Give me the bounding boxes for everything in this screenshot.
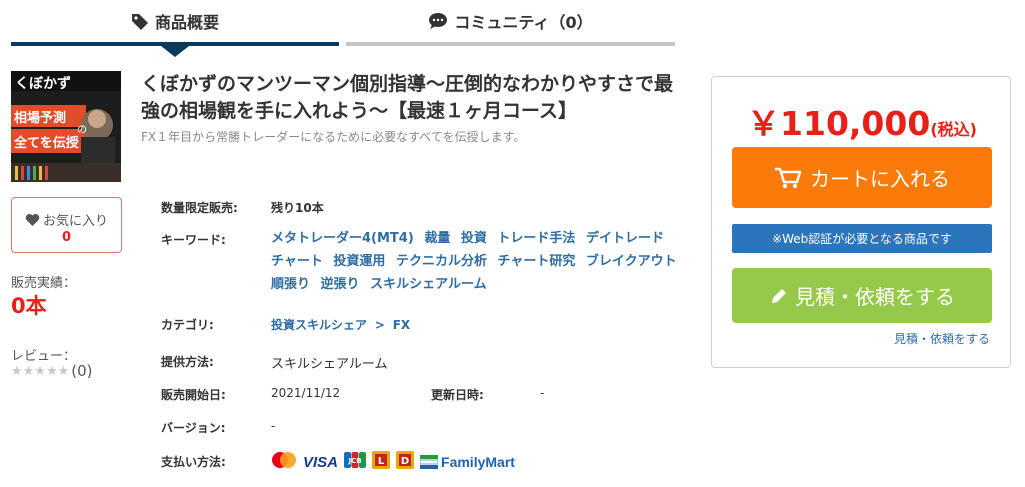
keyword-link[interactable]: 投資 xyxy=(461,231,487,246)
price-currency: ￥ xyxy=(747,104,781,143)
start-date-value: 2021/11/12 xyxy=(271,386,341,400)
web-auth-note: ※Web認証が必要となる商品です xyxy=(732,224,992,253)
tab-community-label: コミュニティ（0） xyxy=(454,13,593,32)
star-rating-icon: ★★★★★ xyxy=(11,363,70,379)
limited-label: 数量限定販売: xyxy=(161,201,238,215)
category-breadcrumb: 投資スキルシェア > FX xyxy=(271,316,410,333)
keyword-link[interactable]: デイトレード xyxy=(586,231,664,246)
category-separator: > xyxy=(374,318,385,332)
svg-text:L: L xyxy=(378,456,385,467)
chat-icon xyxy=(428,12,448,30)
keyword-link[interactable]: 投資運用 xyxy=(333,254,385,269)
category-label: カテゴリ: xyxy=(161,318,214,332)
version-label: バージョン: xyxy=(161,421,226,435)
svg-text:JCB: JCB xyxy=(347,457,361,465)
keyword-link[interactable]: チャート xyxy=(271,254,323,269)
familymart-icon: FamilyMart xyxy=(420,454,515,470)
method-value: スキルシェアルーム xyxy=(271,357,388,372)
thumbnail-small: の xyxy=(77,125,87,136)
keyword-link[interactable]: 順張り xyxy=(271,277,310,292)
quote-request-label: 見積・依頼をする xyxy=(795,285,955,309)
pencil-icon xyxy=(769,286,789,306)
payment-methods: VISA JCB L D FamilyMart xyxy=(271,451,521,473)
limited-value: 残り10本 xyxy=(271,201,324,215)
keyword-link[interactable]: メタトレーダー4(MT4) xyxy=(271,231,414,246)
keyword-link[interactable]: チャート研究 xyxy=(498,254,576,269)
keyword-link[interactable]: トレード手法 xyxy=(497,231,575,246)
update-label: 更新日時: xyxy=(431,388,484,402)
visa-icon: VISA xyxy=(303,453,339,471)
ministop-icon: D xyxy=(396,451,415,473)
product-title: くぼかずのマンツーマン個別指導〜圧倒的なわかりやすさで最強の相場観を手に入れよう… xyxy=(141,73,674,122)
tab-overview-label: 商品概要 xyxy=(154,13,219,32)
update-value: - xyxy=(540,386,545,400)
quote-request-button[interactable]: 見積・依頼をする xyxy=(732,268,992,323)
payment-label: 支払い方法: xyxy=(161,455,226,469)
category-parent-link[interactable]: 投資スキルシェア xyxy=(271,318,367,332)
review-count: (0) xyxy=(71,362,93,380)
thumbnail-line1: くぼかず xyxy=(15,75,71,92)
jcb-icon: JCB xyxy=(344,452,367,472)
method-label: 提供方法: xyxy=(161,355,214,369)
mastercard-icon xyxy=(271,451,297,473)
tab-bar: 商品概要 コミュニティ（0） xyxy=(11,0,675,57)
start-date-label: 販売開始日: xyxy=(161,388,226,402)
svg-text:D: D xyxy=(401,456,409,467)
version-value: - xyxy=(271,419,276,433)
price-amount: 110,000 xyxy=(780,104,931,143)
price: ￥110,000(税込) xyxy=(712,97,1012,145)
keyword-link[interactable]: 裁量 xyxy=(424,231,450,246)
favorite-label: お気に入り xyxy=(42,214,108,229)
heart-icon xyxy=(25,213,40,227)
tab-overview[interactable]: 商品概要 xyxy=(11,0,339,46)
add-to-cart-button[interactable]: カートに入れる xyxy=(732,147,992,208)
lawson-icon: L xyxy=(372,451,391,473)
sales-label: 販売実績： xyxy=(11,276,77,291)
thumbnail-line2: 相場予測 xyxy=(14,110,66,126)
price-tax: (税込) xyxy=(930,120,977,139)
favorite-count: 0 xyxy=(61,230,72,245)
add-to-cart-label: カートに入れる xyxy=(810,167,950,191)
keyword-link[interactable]: 逆張り xyxy=(321,277,360,292)
quote-request-link[interactable]: 見積・依頼をする xyxy=(894,330,990,347)
sales-value: 0本 xyxy=(11,294,47,318)
thumbnail-line3: 全てを伝授 xyxy=(13,135,80,151)
cart-icon xyxy=(774,166,802,190)
tab-community[interactable]: コミュニティ（0） xyxy=(346,0,675,46)
keyword-link[interactable]: ブレイクアウト xyxy=(586,254,677,269)
product-thumbnail[interactable]: くぼかず 相場予測 の 全てを伝授 xyxy=(11,71,121,182)
keyword-link[interactable]: テクニカル分析 xyxy=(396,254,487,269)
familymart-label: FamilyMart xyxy=(441,454,515,470)
purchase-box: ￥110,000(税込) カートに入れる ※Web認証が必要となる商品です 見積… xyxy=(711,76,1011,368)
product-subtitle: FX１年目から常勝トレーダーになるために必要なすべてを伝授します。 xyxy=(141,130,526,144)
keyword-link[interactable]: スキルシェアルーム xyxy=(370,277,486,292)
tag-icon xyxy=(131,12,149,30)
favorite-button[interactable]: お気に入り 0 xyxy=(11,197,122,253)
review-rating[interactable]: ★★★★★ (0) xyxy=(11,362,93,380)
active-tab-indicator xyxy=(161,46,189,57)
category-child-link[interactable]: FX xyxy=(393,318,410,332)
keyword-list: メタトレーダー4(MT4) 裁量 投資 トレード手法 デイトレード チャート 投… xyxy=(271,227,691,296)
keywords-label: キーワード: xyxy=(161,233,226,247)
